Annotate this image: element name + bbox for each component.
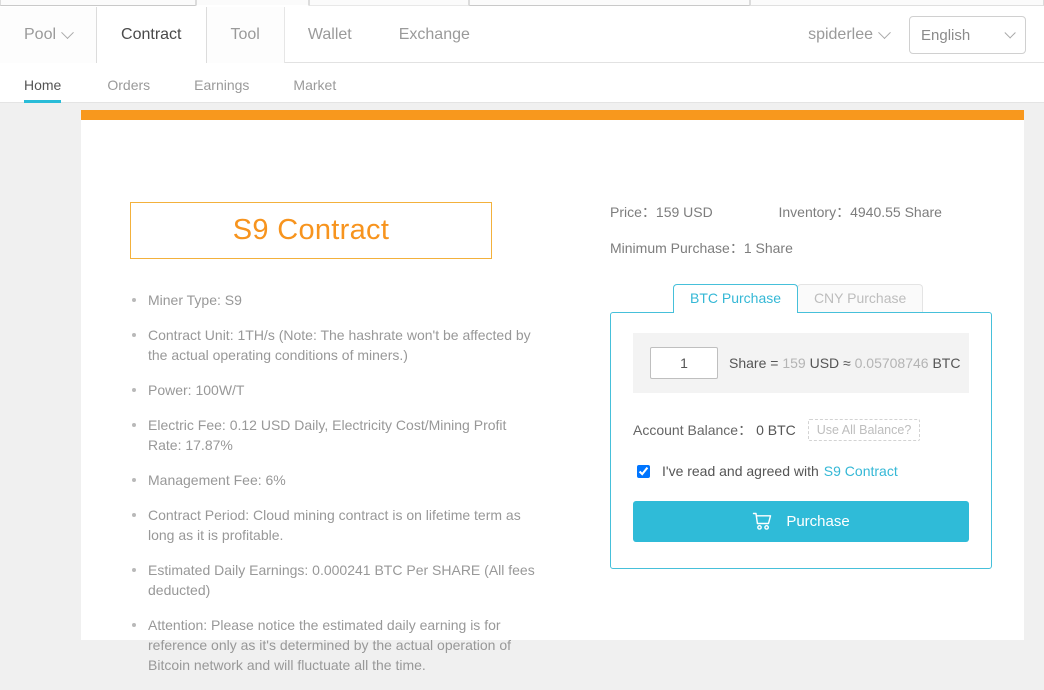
agreement-checkbox[interactable] (637, 464, 650, 478)
purchase-column: Price：159 USD Inventory：4940.55 Share Mi… (610, 202, 992, 569)
subnav-item-earnings[interactable]: Earnings (172, 77, 271, 102)
subnav-item-earnings-label: Earnings (194, 77, 250, 93)
user-menu-label: spiderlee (808, 26, 873, 43)
contract-title-box: S9 Contract (130, 202, 492, 259)
tab-cny-purchase[interactable]: CNY Purchase (796, 284, 924, 312)
account-balance-row: Account Balance： 0 BTC Use All Balance? (633, 419, 969, 441)
purchase-panel: Share = 159 USD ≈ 0.05708746 BTC Account… (610, 312, 992, 569)
nav-item-wallet[interactable]: Wallet (284, 7, 376, 63)
nav-item-pool-label: Pool (24, 26, 57, 43)
list-item: Estimated Daily Earnings: 0.000241 BTC P… (130, 560, 542, 600)
orange-accent-banner (81, 110, 1024, 120)
contract-details-column: S9 Contract Miner Type: S9 Contract Unit… (130, 202, 542, 690)
chevron-down-icon (1004, 27, 1016, 39)
primary-nav-items: Pool Contract Tool Wallet Exchange (0, 7, 494, 64)
account-balance-value: 0 BTC (756, 422, 796, 438)
subnav-item-home[interactable]: Home (20, 77, 85, 103)
agreement-row: I've read and agreed with S9 Contract (633, 463, 969, 479)
chevron-down-icon (61, 25, 74, 39)
calculation-text: Share = 159 USD ≈ 0.05708746 BTC (729, 355, 960, 371)
list-item: Power: 100W/T (130, 380, 542, 400)
price-summary-line-2: Minimum Purchase：1 Share (610, 238, 992, 258)
share-equals-label: Share = (729, 355, 779, 371)
list-item: Attention: Please notice the estimated d… (130, 615, 542, 675)
contract-terms-link[interactable]: S9 Contract (824, 463, 898, 479)
list-item: Electric Fee: 0.12 USD Daily, Electricit… (130, 415, 542, 455)
list-item: Contract Unit: 1TH/s (Note: The hashrate… (130, 325, 542, 365)
language-select[interactable]: English (909, 16, 1026, 54)
list-item: Management Fee: 6% (130, 470, 542, 490)
nav-item-exchange-label: Exchange (398, 26, 470, 43)
agreement-label: I've read and agreed with (662, 463, 819, 479)
nav-item-contract-label: Contract (121, 26, 182, 43)
quantity-calculator-row: Share = 159 USD ≈ 0.05708746 BTC (633, 333, 969, 393)
primary-nav-right: spiderlee English (808, 7, 1026, 63)
account-balance-label: Account Balance： (633, 422, 753, 438)
use-all-balance-button[interactable]: Use All Balance? (807, 419, 921, 441)
quantity-input[interactable] (650, 347, 718, 379)
contract-card: S9 Contract Miner Type: S9 Contract Unit… (81, 110, 1024, 673)
purchase-method-tabs: BTC Purchase CNY Purchase (610, 284, 992, 313)
user-menu[interactable]: spiderlee (808, 25, 895, 44)
scrolled-row-sliver (0, 0, 1044, 7)
minimum-purchase-value: 1 Share (743, 240, 793, 256)
shopping-cart-icon (752, 512, 773, 531)
inventory-label: Inventory： (778, 204, 851, 220)
page-content: S9 Contract Miner Type: S9 Contract Unit… (0, 104, 1044, 673)
subnav-item-home-label: Home (24, 77, 62, 93)
nav-item-exchange[interactable]: Exchange (375, 7, 494, 63)
secondary-navbar: Home Orders Earnings Market (0, 63, 1044, 103)
tab-cny-purchase-label: CNY Purchase (813, 290, 907, 306)
purchase-button[interactable]: Purchase (633, 501, 969, 542)
price-value: 159 USD (655, 204, 713, 220)
price-summary-line-1: Price：159 USD Inventory：4940.55 Share (610, 202, 992, 222)
contract-feature-list: Miner Type: S9 Contract Unit: 1TH/s (Not… (130, 290, 542, 675)
primary-navbar: Pool Contract Tool Wallet Exchange spide… (0, 7, 1044, 64)
subnav-item-orders[interactable]: Orders (85, 77, 172, 102)
purchase-button-label: Purchase (786, 513, 850, 530)
calc-btc-unit: BTC (932, 355, 961, 371)
tab-btc-purchase[interactable]: BTC Purchase (673, 284, 799, 313)
minimum-purchase-label: Minimum Purchase： (610, 240, 744, 256)
subnav-item-orders-label: Orders (107, 77, 151, 93)
nav-item-contract[interactable]: Contract (96, 7, 207, 64)
nav-item-tool-label: Tool (230, 26, 260, 43)
list-item: Contract Period: Cloud mining contract i… (130, 505, 542, 545)
calc-btc-amount: 0.05708746 (854, 355, 929, 371)
approx-equals-symbol: ≈ (843, 355, 851, 371)
language-select-value: English (921, 26, 971, 44)
subnav-item-market-label: Market (293, 77, 337, 93)
price-label: Price： (610, 204, 656, 220)
tab-btc-purchase-label: BTC Purchase (690, 290, 782, 306)
subnav-item-market[interactable]: Market (271, 77, 358, 102)
contract-card-body: S9 Contract Miner Type: S9 Contract Unit… (81, 120, 1024, 673)
nav-item-tool[interactable]: Tool (205, 7, 285, 63)
calc-usd-amount: 159 (782, 355, 806, 371)
nav-item-pool[interactable]: Pool (0, 7, 98, 63)
nav-item-wallet-label: Wallet (307, 26, 352, 43)
calc-usd-unit: USD (809, 355, 840, 371)
page-title: S9 Contract (232, 214, 390, 246)
inventory-value: 4940.55 Share (850, 204, 942, 220)
list-item: Miner Type: S9 (130, 290, 542, 310)
chevron-down-icon (878, 25, 891, 39)
